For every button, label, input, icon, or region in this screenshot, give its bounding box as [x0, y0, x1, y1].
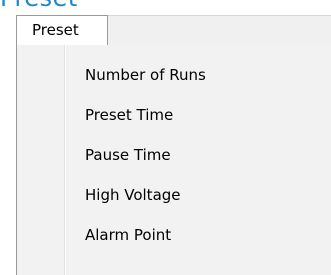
app-frame: Preset Preset Number of Runs Preset Time…	[0, 0, 331, 275]
menu-item-label: Pause Time	[85, 146, 171, 164]
menu-item-pause-time[interactable]: Pause Time	[66, 135, 331, 175]
menu-preset-label: Preset	[32, 21, 79, 39]
menu-item-label: Preset Time	[85, 106, 174, 124]
menu-item-label: High Voltage	[85, 186, 181, 204]
menu-item-label: Number of Runs	[85, 66, 206, 84]
icon-gutter	[17, 44, 64, 275]
menu-item-label: Alarm Point	[85, 226, 172, 244]
menu-item-number-of-runs[interactable]: Number of Runs	[66, 55, 331, 95]
background-title: Preset	[0, 0, 78, 10]
menu-preset[interactable]: Preset	[16, 15, 108, 45]
menu-item-high-voltage[interactable]: High Voltage	[66, 175, 331, 215]
preset-dropdown-menu: Number of Runs Preset Time Pause Time Hi…	[16, 44, 331, 275]
menu-item-alarm-point[interactable]: Alarm Point	[66, 215, 331, 255]
menu-item-preset-time[interactable]: Preset Time	[66, 95, 331, 135]
